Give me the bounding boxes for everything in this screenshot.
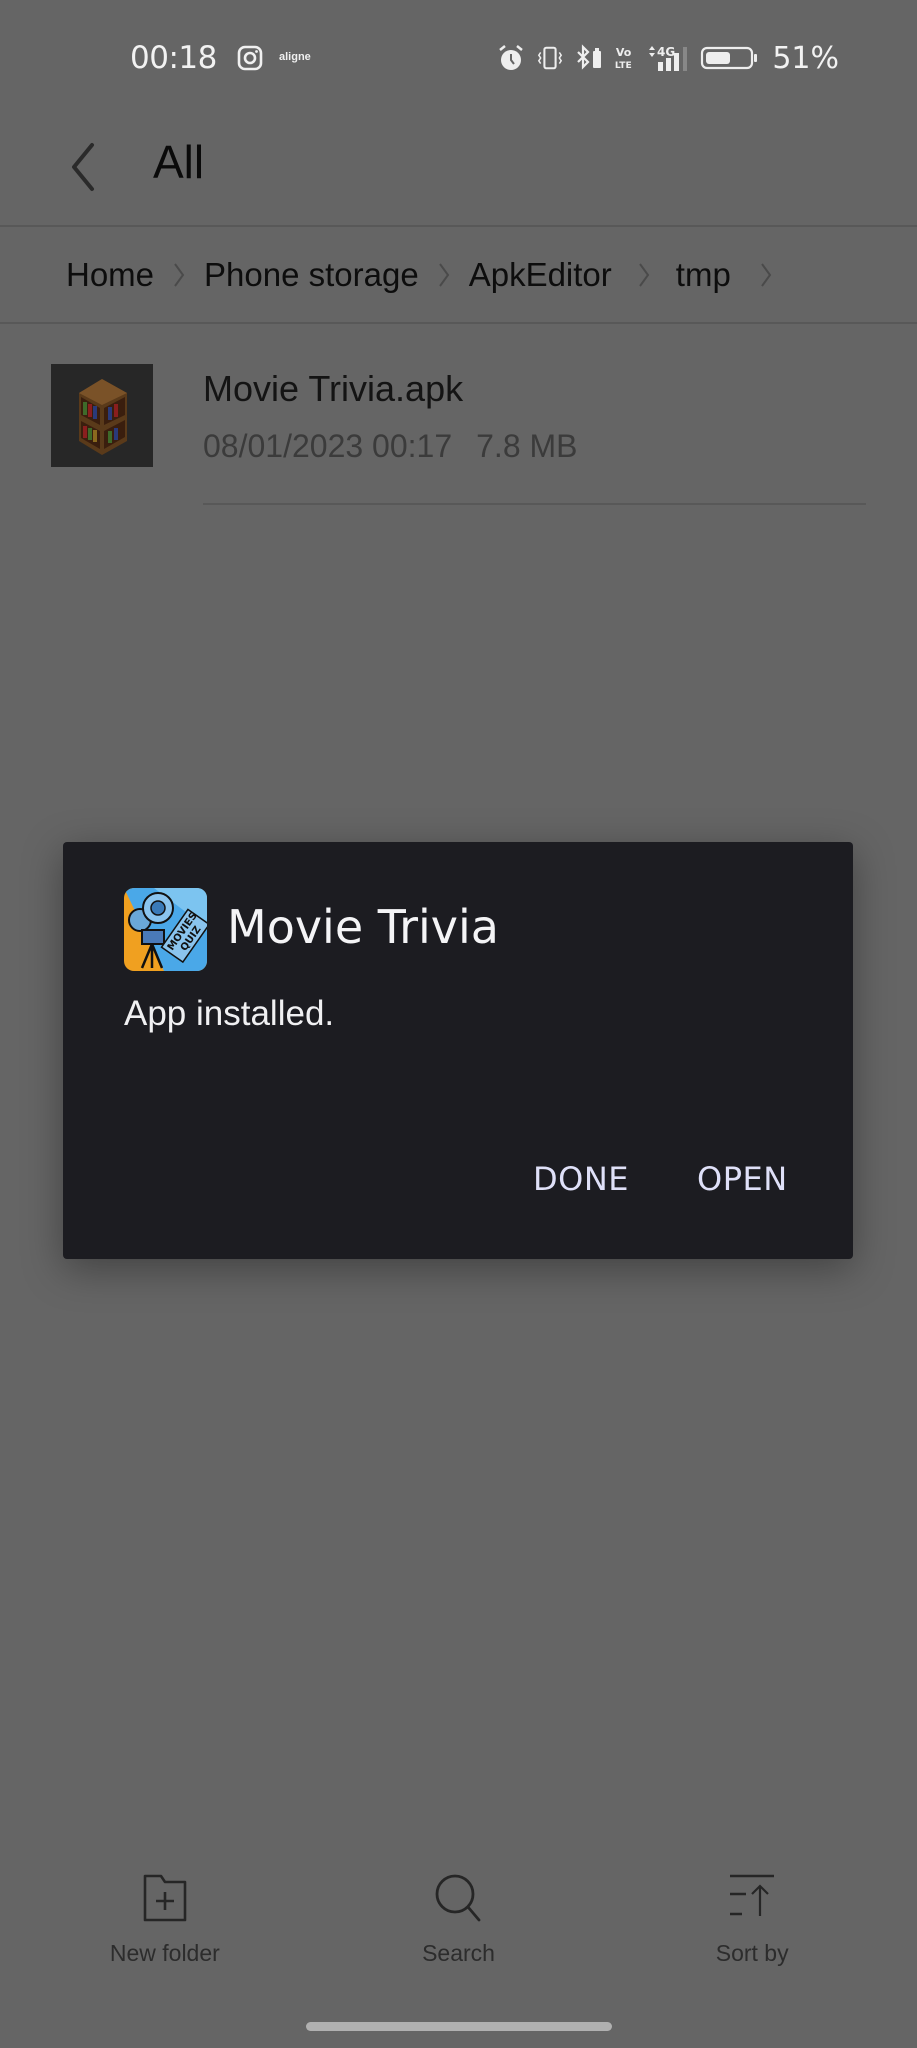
back-button[interactable] (62, 137, 102, 197)
app-bar: All (0, 115, 917, 225)
breadcrumb-apkeditor[interactable]: ApkEditor (469, 256, 612, 294)
breadcrumb-tmp[interactable]: tmp (676, 256, 731, 294)
search-icon (435, 1874, 480, 1922)
dialog-app-name: Movie Trivia (227, 900, 499, 954)
sort-icon (730, 1874, 775, 1916)
status-time: 00:18 (130, 40, 217, 76)
alarm-icon (499, 45, 524, 70)
sort-by-button[interactable]: Sort by (605, 1870, 899, 1980)
file-name: Movie Trivia.apk (203, 368, 464, 409)
new-folder-label: New folder (109, 1940, 220, 1966)
breadcrumb-home[interactable]: Home (66, 256, 154, 294)
file-meta: 08/01/2023 00:17 7.8 MB (203, 428, 578, 465)
chevron-right-icon (612, 261, 676, 289)
new-folder-icon (143, 1874, 187, 1922)
file-list-item[interactable]: Movie Trivia.apk 08/01/2023 00:17 7.8 MB (0, 362, 917, 507)
bluetooth-battery-icon (577, 44, 602, 70)
open-button[interactable]: OPEN (697, 1160, 788, 1198)
done-button[interactable]: DONE (533, 1160, 629, 1198)
notification-text: aligne (279, 51, 311, 63)
chevron-right-icon (419, 261, 469, 289)
svg-text:LTE: LTE (615, 60, 632, 71)
battery-percent: 51% (772, 40, 839, 76)
instagram-icon (237, 45, 263, 71)
file-date: 08/01/2023 00:17 (203, 428, 453, 464)
search-button[interactable]: Search (312, 1870, 606, 1980)
sort-by-label: Sort by (715, 1940, 789, 1966)
breadcrumb-divider (0, 322, 917, 324)
bookshelf-apk-icon (51, 364, 153, 467)
battery-icon (701, 46, 758, 70)
breadcrumb-phone-storage[interactable]: Phone storage (204, 256, 419, 294)
system-icons: Vo LTE 4G 51% (496, 40, 839, 76)
svg-text:4G: 4G (657, 45, 675, 59)
bottom-toolbar: New folder Search Sort by (0, 1870, 917, 1980)
volte-icon: Vo LTE (615, 46, 632, 71)
list-divider (203, 503, 866, 505)
movies-quiz-app-icon: MOVIES QUIZ (124, 888, 207, 971)
search-label: Search (422, 1940, 495, 1966)
new-folder-button[interactable]: New folder (18, 1870, 312, 1980)
install-complete-dialog: MOVIES QUIZ Movie Trivia App installed. … (63, 842, 853, 1259)
svg-text:Vo: Vo (616, 46, 632, 59)
4g-signal-icon: 4G (649, 45, 688, 71)
dialog-message: App installed. (124, 994, 335, 1033)
page-title: All (153, 136, 205, 188)
chevron-right-icon (154, 261, 204, 289)
status-bar: 00:18 aligne Vo LTE 4G 51% (0, 0, 917, 115)
chevron-right-icon (731, 261, 801, 289)
vibrate-icon (538, 46, 563, 70)
breadcrumb: Home Phone storage ApkEditor tmp (0, 227, 917, 323)
file-size: 7.8 MB (476, 428, 578, 464)
home-indicator[interactable] (306, 2022, 612, 2031)
